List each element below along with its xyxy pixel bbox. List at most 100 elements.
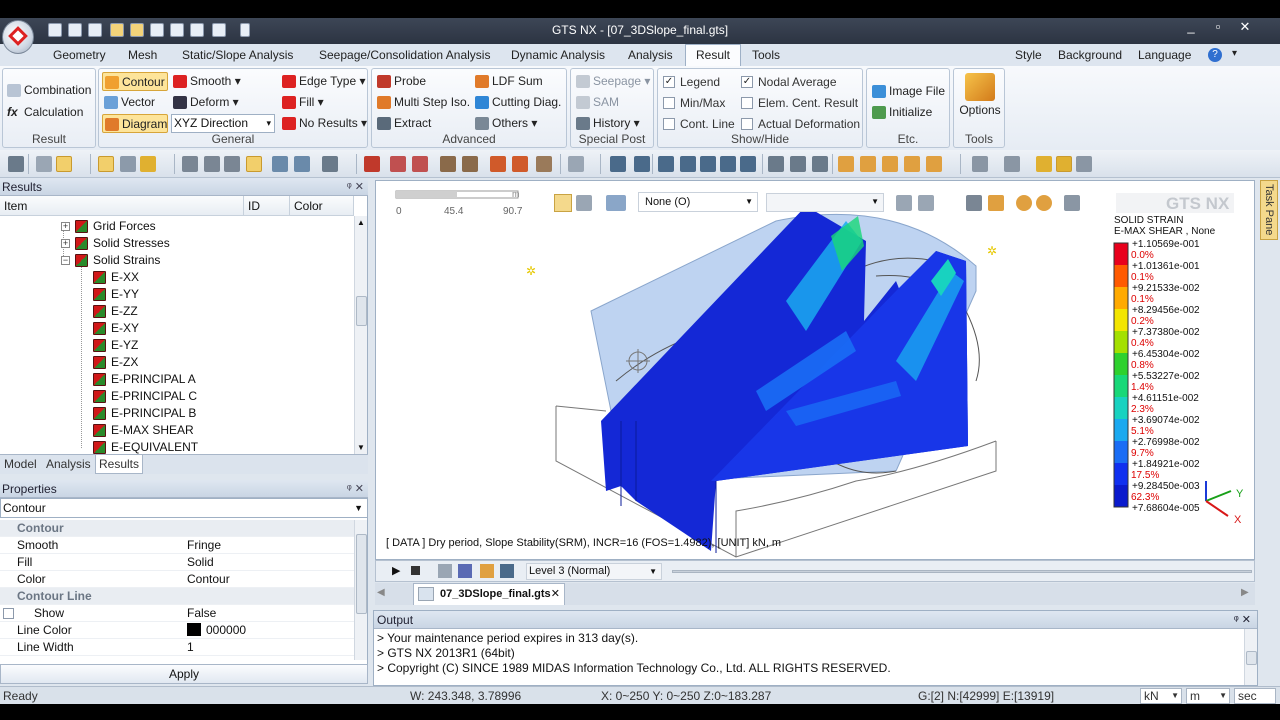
stop-icon[interactable] xyxy=(411,566,420,575)
deactivate-icon[interactable] xyxy=(1036,195,1052,211)
view-mode-select[interactable]: None (O) ▼ xyxy=(638,192,758,212)
properties-pin-icon[interactable]: ᵠ ✕ xyxy=(347,480,364,498)
contour-button[interactable]: Contour xyxy=(102,72,168,91)
close-button[interactable]: ✕ xyxy=(1234,19,1256,35)
time-unit-select[interactable]: sec xyxy=(1234,688,1276,704)
style-menu[interactable]: Style xyxy=(1015,48,1042,62)
history-dropdown[interactable]: History ▾ xyxy=(574,114,640,133)
cutting-diag-button[interactable]: Cutting Diag. xyxy=(473,93,561,112)
image-file-button[interactable]: Image File xyxy=(870,82,945,101)
play-icon[interactable]: ▶ xyxy=(392,564,400,577)
tree-item[interactable]: E-YY xyxy=(93,286,139,303)
snap-icon[interactable] xyxy=(204,156,220,172)
tab-scroll-left-icon[interactable]: ◀ xyxy=(377,587,385,598)
options-button[interactable]: Options xyxy=(957,73,1003,117)
export-animation-icon[interactable] xyxy=(500,564,514,578)
open-folder-icon[interactable] xyxy=(110,23,124,37)
eraser-icon[interactable] xyxy=(1064,195,1080,211)
output-pin-icon[interactable]: ᵠ ✕ xyxy=(1234,611,1251,629)
model-canvas[interactable]: 0 45.4 90.7 m ✲ ✲ Y X +1.10569e-001+1.01… xyxy=(376,181,1255,560)
quick-access-dropdown-icon[interactable] xyxy=(240,23,250,37)
view-top-icon[interactable] xyxy=(882,156,898,172)
query-icon[interactable] xyxy=(490,156,506,172)
select-box-icon[interactable] xyxy=(120,156,136,172)
results-scrollbar[interactable]: ▲ ▼ xyxy=(354,216,367,454)
mesh-set-icon[interactable] xyxy=(364,156,380,172)
record-icon[interactable] xyxy=(438,564,452,578)
show-icon[interactable] xyxy=(988,195,1004,211)
cont-line-checkbox[interactable]: Cont. Line xyxy=(663,115,735,133)
minimize-button[interactable]: _ xyxy=(1180,19,1202,35)
apply-button[interactable]: Apply xyxy=(0,664,368,684)
color-swatch[interactable] xyxy=(187,623,201,636)
view-select-icon[interactable] xyxy=(554,194,572,212)
vector-button[interactable]: Vector xyxy=(102,93,155,112)
open-file-icon[interactable] xyxy=(68,23,82,37)
view-filter-icon[interactable] xyxy=(606,195,626,211)
tab-analysis-panel[interactable]: Analysis xyxy=(46,457,91,471)
actual-deformation-checkbox[interactable]: Actual Deformation xyxy=(741,115,860,133)
column-header-color[interactable]: Color xyxy=(290,196,354,216)
output-scrollbar[interactable] xyxy=(1244,629,1257,685)
maximize-button[interactable]: ▫ xyxy=(1207,19,1229,35)
view-front-icon[interactable] xyxy=(860,156,876,172)
tab-result[interactable]: Result xyxy=(685,44,742,66)
node-icon[interactable] xyxy=(390,156,406,172)
pin-icon[interactable]: ᵠ ✕ xyxy=(347,178,364,196)
view-grid-icon[interactable] xyxy=(768,156,784,172)
tree-item[interactable]: E-XX xyxy=(93,269,139,286)
column-header-item[interactable]: Item xyxy=(0,196,244,216)
expand-toggle-icon[interactable]: + xyxy=(61,239,70,248)
element-icon[interactable] xyxy=(412,156,428,172)
display-mode-icon[interactable] xyxy=(972,156,988,172)
tree-item[interactable]: + Solid Stresses xyxy=(61,235,170,252)
hide-icon[interactable] xyxy=(966,195,982,211)
save-icon[interactable] xyxy=(88,23,102,37)
show-checkbox[interactable] xyxy=(3,608,14,619)
nodal-average-checkbox[interactable]: ✓ Nodal Average xyxy=(741,73,837,91)
initialize-button[interactable]: Initialize xyxy=(870,103,932,122)
ldf-sum-button[interactable]: LDF Sum xyxy=(473,72,543,91)
expand-toggle-icon[interactable]: + xyxy=(61,222,70,231)
snap-point-icon[interactable] xyxy=(224,156,240,172)
lock-active-icon[interactable] xyxy=(56,156,72,172)
forward-icon[interactable] xyxy=(190,23,204,37)
query-node-icon[interactable] xyxy=(440,156,456,172)
properties-select[interactable]: Contour ▼ xyxy=(0,498,368,518)
calculation-button[interactable]: fx Calculation xyxy=(5,103,83,122)
probe-button[interactable]: Probe xyxy=(375,72,426,91)
fill-dropdown[interactable]: Fill ▾ xyxy=(280,93,324,112)
tab-seepage-consolidation[interactable]: Seepage/Consolidation Analysis xyxy=(319,48,490,62)
rotate-right-icon[interactable] xyxy=(720,156,736,172)
no-results-dropdown[interactable]: No Results ▾ xyxy=(280,114,367,133)
tab-mesh[interactable]: Mesh xyxy=(128,48,157,62)
select-mode-icon[interactable] xyxy=(98,156,114,172)
tab-scroll-right-icon[interactable]: ▶ xyxy=(1241,587,1249,598)
column-header-id[interactable]: ID xyxy=(244,196,290,216)
tree-item[interactable]: E-PRINCIPAL C xyxy=(93,388,197,405)
view-iso-icon[interactable] xyxy=(838,156,854,172)
level-select[interactable]: Level 3 (Normal) ▼ xyxy=(526,563,662,580)
edge-type-dropdown[interactable]: Edge Type ▾ xyxy=(280,72,366,91)
snap-active-icon[interactable] xyxy=(246,156,262,172)
multi-step-iso-button[interactable]: Multi Step Iso. xyxy=(375,93,470,112)
view-cursor-icon[interactable] xyxy=(576,195,592,211)
properties-scrollbar[interactable] xyxy=(354,520,367,660)
close-folder-icon[interactable] xyxy=(130,23,144,37)
extract-button[interactable]: Extract xyxy=(375,114,431,133)
tree-item[interactable]: E-ZZ xyxy=(93,303,138,320)
close-tab-icon[interactable]: ✕ xyxy=(551,584,560,604)
shading-active-icon[interactable] xyxy=(1056,156,1072,172)
property-row[interactable]: Line Color 000000 xyxy=(0,622,355,639)
pointer-icon[interactable] xyxy=(8,156,24,172)
task-pane-tab[interactable]: Task Pane xyxy=(1260,180,1278,240)
distance-icon[interactable] xyxy=(536,156,552,172)
direction-select[interactable]: XYZ Direction ▾ xyxy=(171,114,275,133)
tree-item[interactable]: − Solid Strains xyxy=(61,252,160,269)
animation-slider[interactable] xyxy=(672,570,1252,573)
elem-cent-result-checkbox[interactable]: Elem. Cent. Result xyxy=(741,94,858,112)
pan-icon[interactable] xyxy=(740,156,756,172)
property-row[interactable]: Fill Solid xyxy=(0,554,355,571)
ribbon-options-icon[interactable]: ▾ xyxy=(1232,48,1237,59)
view-right-icon[interactable] xyxy=(926,156,942,172)
